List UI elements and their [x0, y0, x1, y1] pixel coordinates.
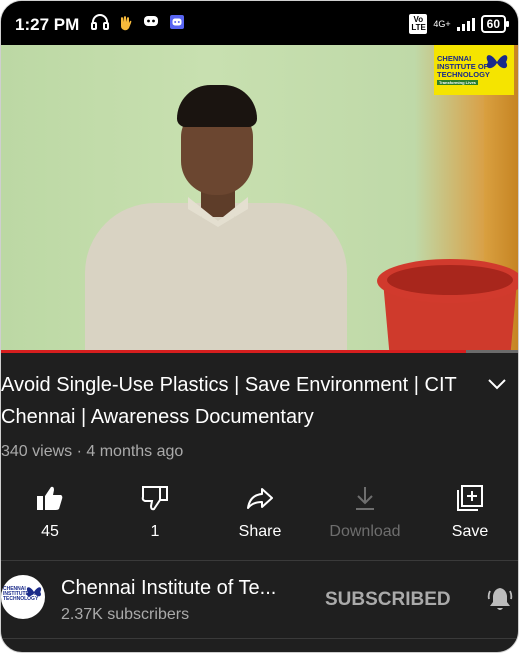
progress-fill: [1, 350, 467, 353]
divider: [1, 638, 518, 639]
watermark-tagline: Transforming Lives: [437, 80, 478, 85]
subscribed-button[interactable]: SUBSCRIBED: [325, 589, 451, 611]
butterfly-icon: [486, 55, 508, 69]
action-bar: 45 1 Share Download Save: [1, 479, 518, 549]
subscriber-count: 2.37K subscribers: [61, 606, 190, 623]
share-icon: [247, 488, 273, 509]
status-time: 1:27 PM: [15, 15, 80, 34]
battery-level: 60: [486, 17, 500, 31]
dislike-button[interactable]: 1: [115, 479, 195, 541]
download-label: Download: [329, 523, 401, 540]
like-count: 45: [41, 523, 59, 540]
waving-hand-icon: [117, 14, 135, 36]
channel-avatar[interactable]: CHENNAI INSTITUTE OF TECHNOLOGY: [1, 575, 45, 619]
avatar-logo-text: CHENNAI INSTITUTE OF TECHNOLOGY: [3, 586, 39, 602]
network-type: 4G+: [433, 18, 451, 29]
phone-screen: 1:27 PM Vo LTE 4G+ 60 CHENNAI INSTITUTE …: [0, 0, 519, 653]
battery-icon: 60: [480, 15, 510, 33]
video-title[interactable]: Avoid Single-Use Plastics | Save Environ…: [1, 369, 476, 433]
save-label: Save: [451, 523, 489, 540]
like-button[interactable]: 45: [10, 479, 90, 541]
video-meta: 340 views · 4 months ago: [1, 443, 184, 460]
share-label: Share: [238, 523, 282, 540]
channel-name[interactable]: Chennai Institute of Te...: [61, 577, 276, 600]
channel-row[interactable]: CHENNAI INSTITUTE OF TECHNOLOGY Chennai In…: [1, 563, 518, 637]
save-to-playlist-icon: [457, 485, 483, 511]
download-icon: [356, 487, 374, 510]
chevron-down-icon[interactable]: [486, 373, 508, 395]
thumbs-down-icon: [141, 486, 168, 511]
save-button[interactable]: Save: [430, 479, 510, 541]
speaker: [85, 85, 347, 350]
red-bucket: [377, 259, 518, 350]
video-player[interactable]: CHENNAI INSTITUTE OF TECHNOLOGY Transfor…: [1, 45, 518, 350]
download-button[interactable]: Download: [325, 479, 405, 541]
signal-icon: [456, 17, 475, 31]
volte-icon: Vo LTE: [409, 14, 428, 34]
notification-bell-icon[interactable]: [486, 585, 514, 613]
watermark-line: TECHNOLOGY: [437, 70, 490, 79]
video-progress-bar[interactable]: [1, 350, 518, 353]
divider: [1, 560, 518, 561]
thumbs-up-filled-icon: [37, 486, 63, 510]
dislike-count: 1: [150, 523, 160, 540]
channel-watermark-logo: CHENNAI INSTITUTE OF TECHNOLOGY Transfor…: [434, 45, 514, 95]
discord-icon: [169, 14, 185, 34]
discord-icon: [143, 14, 159, 32]
status-bar: 1:27 PM Vo LTE 4G+ 60: [1, 1, 518, 45]
headphones-icon: [91, 14, 109, 34]
share-button[interactable]: Share: [220, 479, 300, 541]
